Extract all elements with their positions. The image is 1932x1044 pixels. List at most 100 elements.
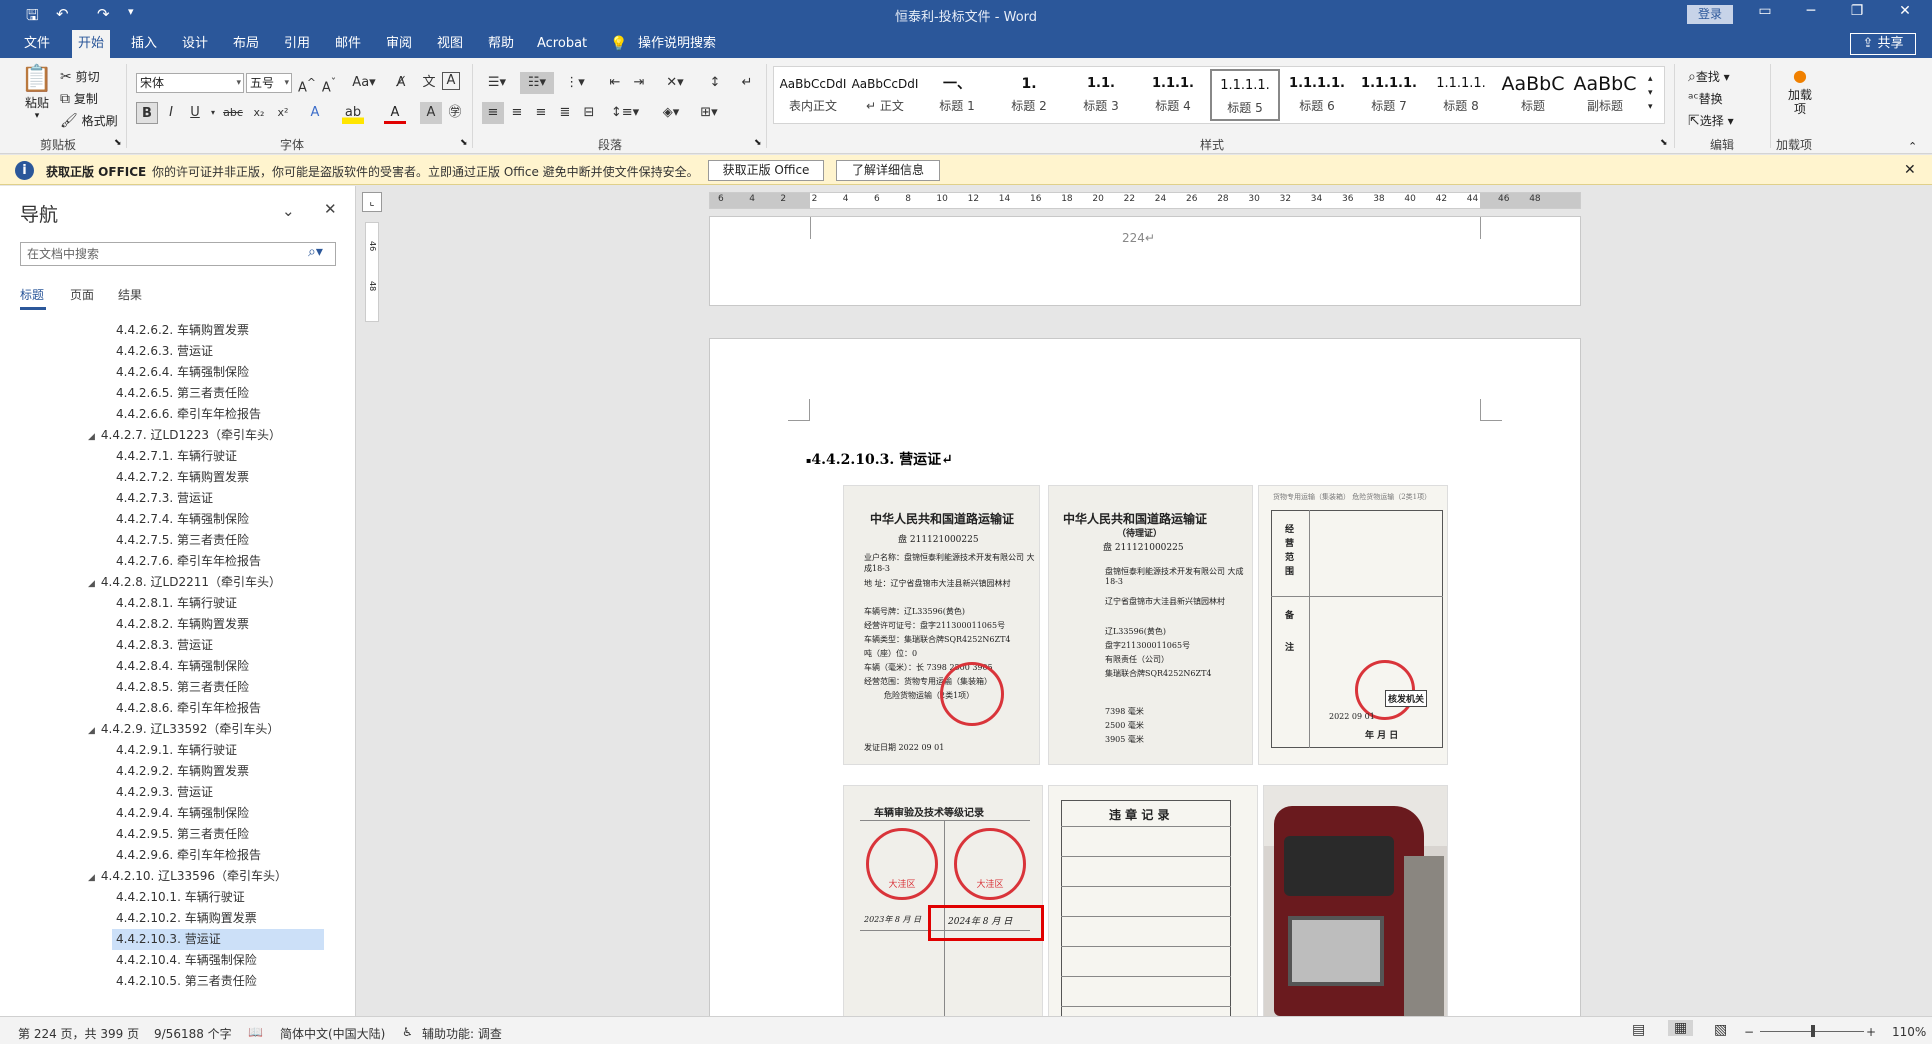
nav-heading-item[interactable]: ◢ 4.4.2.7. 辽LD1223（牵引车头） bbox=[88, 425, 281, 446]
style-item[interactable]: 一、 标题 1 bbox=[922, 69, 992, 121]
nav-heading-item[interactable]: 4.4.2.10.4. 车辆强制保险 bbox=[116, 950, 257, 971]
cut-button[interactable]: ✂ 剪切 bbox=[60, 68, 100, 85]
font-color-icon[interactable]: A bbox=[384, 102, 406, 124]
zoom-in-icon[interactable]: + bbox=[1866, 1025, 1876, 1039]
tab-view[interactable]: 视图 bbox=[431, 30, 469, 58]
page-current[interactable]: ▪4.4.2.10.3. 营运证↵ 中华人民共和国道路运输证 盘 2111210… bbox=[709, 338, 1581, 1039]
borders-icon[interactable]: ⊞▾ bbox=[694, 102, 724, 124]
nav-scrollbar[interactable] bbox=[344, 314, 352, 1014]
nav-heading-item[interactable]: 4.4.2.9.5. 第三者责任险 bbox=[116, 824, 249, 845]
style-item[interactable]: 1. 标题 2 bbox=[994, 69, 1064, 121]
phonetic-guide-icon[interactable]: 文 bbox=[418, 72, 440, 94]
dialog-launcher-icon[interactable]: ⬊ bbox=[754, 138, 762, 148]
align-left-icon[interactable]: ≡ bbox=[482, 102, 504, 124]
style-item[interactable]: 1.1.1. 标题 4 bbox=[1138, 69, 1208, 121]
close-window-icon[interactable]: ✕ bbox=[1890, 3, 1920, 19]
nav-heading-item[interactable]: 4.4.2.7.6. 牵引车年检报告 bbox=[116, 551, 261, 572]
sort-icon[interactable]: ↕ bbox=[704, 72, 726, 94]
horizontal-ruler[interactable]: 6 4 2 2 4 6 8 10 12 14 16 18 20 22 24 26 28 30 32 34 36 38 40 4… bbox=[709, 192, 1581, 209]
minimize-icon[interactable]: ─ bbox=[1796, 3, 1826, 19]
shrink-font-icon[interactable]: Aˇ bbox=[318, 72, 340, 95]
nav-heading-item[interactable]: ◢ 4.4.2.9. 辽L33592（牵引车头） bbox=[88, 719, 279, 740]
style-item[interactable]: 1.1.1.1. 标题 6 bbox=[1282, 69, 1352, 121]
collapse-triangle-icon[interactable]: ◢ bbox=[88, 873, 95, 883]
search-icon[interactable]: ⌕▾ bbox=[308, 244, 323, 260]
highlight-icon[interactable]: ab bbox=[342, 102, 364, 124]
style-item[interactable]: AaBbCcDdI ↵ 正文 bbox=[850, 69, 920, 121]
style-item[interactable]: 1.1.1.1. 标题 8 bbox=[1426, 69, 1496, 121]
collapse-triangle-icon[interactable]: ◢ bbox=[88, 726, 95, 736]
increase-indent-icon[interactable]: ⇥ bbox=[628, 72, 650, 94]
character-shading-icon[interactable]: A bbox=[420, 102, 442, 124]
styles-scroll-arrows[interactable]: ▴ ▾ ▾ bbox=[1648, 72, 1653, 114]
proofing-icon[interactable]: 📖 bbox=[248, 1025, 263, 1039]
character-border-icon[interactable]: A bbox=[442, 72, 460, 90]
justify-icon[interactable]: ≣ bbox=[554, 102, 576, 124]
close-message-icon[interactable]: ✕ bbox=[1904, 162, 1916, 178]
multilevel-list-icon[interactable]: ⋮▾ bbox=[560, 72, 590, 94]
page-count[interactable]: 第 224 页，共 399 页 bbox=[18, 1025, 139, 1042]
tab-help[interactable]: 帮助 bbox=[482, 30, 520, 58]
tab-layout[interactable]: 布局 bbox=[227, 30, 265, 58]
collapse-triangle-icon[interactable]: ◢ bbox=[88, 579, 95, 589]
zoom-level[interactable]: 110% bbox=[1892, 1025, 1926, 1039]
grow-font-icon[interactable]: A^ bbox=[296, 72, 318, 95]
tab-home[interactable]: 开始 bbox=[72, 30, 111, 60]
collapse-ribbon-icon[interactable]: ⌃ bbox=[1908, 140, 1917, 153]
nav-heading-item[interactable]: 4.4.2.9.3. 营运证 bbox=[116, 782, 213, 803]
zoom-out-icon[interactable]: − bbox=[1744, 1025, 1754, 1039]
nav-heading-item[interactable]: 4.4.2.9.2. 车辆购置发票 bbox=[116, 761, 249, 782]
style-item[interactable]: 1.1.1.1. 标题 7 bbox=[1354, 69, 1424, 121]
clear-formatting-icon[interactable]: A̸ bbox=[390, 72, 412, 94]
close-icon[interactable]: ✕ bbox=[324, 200, 337, 218]
nav-heading-item[interactable]: 4.4.2.6.6. 牵引车年检报告 bbox=[116, 404, 261, 425]
numbering-icon[interactable]: ☷▾ bbox=[520, 72, 554, 94]
word-count[interactable]: 9/56188 个字 bbox=[154, 1025, 232, 1042]
collapse-triangle-icon[interactable]: ◢ bbox=[88, 432, 95, 442]
nav-heading-item[interactable]: 4.4.2.9.1. 车辆行驶证 bbox=[116, 740, 237, 761]
nav-heading-item[interactable]: 4.4.2.9.4. 车辆强制保险 bbox=[116, 803, 249, 824]
nav-heading-item[interactable]: 4.4.2.10.2. 车辆购置发票 bbox=[116, 908, 257, 929]
tab-mailings[interactable]: 邮件 bbox=[329, 30, 367, 58]
nav-heading-item[interactable]: 4.4.2.7.5. 第三者责任险 bbox=[116, 530, 249, 551]
read-mode-icon[interactable]: ▤ bbox=[1632, 1022, 1645, 1038]
addins-button[interactable]: ● 加载项 bbox=[1784, 64, 1816, 116]
align-center-icon[interactable]: ≡ bbox=[506, 102, 528, 124]
style-item[interactable]: AaBbC 标题 bbox=[1498, 69, 1568, 121]
bullets-icon[interactable]: ☰▾ bbox=[482, 72, 512, 94]
style-item[interactable]: AaBbCcDdI 表内正文 bbox=[778, 69, 848, 121]
nav-heading-item[interactable]: 4.4.2.8.3. 营运证 bbox=[116, 635, 213, 656]
text-effects-icon[interactable]: A bbox=[304, 102, 326, 124]
nav-heading-item[interactable]: ◢ 4.4.2.8. 辽LD2211（牵引车头） bbox=[88, 572, 281, 593]
tab-file[interactable]: 文件 bbox=[18, 30, 56, 58]
tab-selector[interactable]: ⌞ bbox=[362, 192, 382, 212]
superscript-icon[interactable]: x² bbox=[272, 102, 294, 124]
nav-heading-item[interactable]: 4.4.2.6.2. 车辆购置发票 bbox=[116, 320, 249, 341]
nav-tab-pages[interactable]: 页面 bbox=[70, 286, 94, 303]
copy-button[interactable]: ⧉ 复制 bbox=[60, 90, 98, 107]
nav-heading-item[interactable]: 4.4.2.7.4. 车辆强制保险 bbox=[116, 509, 249, 530]
nav-heading-item[interactable]: 4.4.2.8.2. 车辆购置发票 bbox=[116, 614, 249, 635]
nav-search-input[interactable]: 在文档中搜索 bbox=[20, 242, 336, 266]
nav-tab-headings[interactable]: 标题 bbox=[20, 286, 44, 303]
nav-heading-item[interactable]: 4.4.2.8.4. 车辆强制保险 bbox=[116, 656, 249, 677]
replace-button[interactable]: ᵃᶜ替换 bbox=[1688, 90, 1723, 107]
change-case-icon[interactable]: Aa▾ bbox=[348, 72, 380, 94]
nav-heading-item[interactable]: 4.4.2.7.1. 车辆行驶证 bbox=[116, 446, 237, 467]
ribbon-display-options-icon[interactable]: ▭ bbox=[1750, 3, 1780, 19]
web-layout-icon[interactable]: ▧ bbox=[1714, 1022, 1727, 1038]
italic-icon[interactable]: I bbox=[160, 102, 182, 124]
nav-heading-item[interactable]: 4.4.2.7.2. 车辆购置发票 bbox=[116, 467, 249, 488]
distributed-icon[interactable]: ⊟ bbox=[578, 102, 600, 124]
nav-heading-item[interactable]: 4.4.2.6.4. 车辆强制保险 bbox=[116, 362, 249, 383]
nav-heading-item[interactable]: 4.4.2.8.6. 牵引车年检报告 bbox=[116, 698, 261, 719]
tab-insert[interactable]: 插入 bbox=[125, 30, 163, 58]
format-painter-button[interactable]: 🖌 格式刷 bbox=[60, 112, 118, 129]
chevron-down-icon[interactable]: ▾ bbox=[202, 102, 224, 124]
style-item[interactable]: 1.1. 标题 3 bbox=[1066, 69, 1136, 121]
decrease-indent-icon[interactable]: ⇤ bbox=[604, 72, 626, 94]
asian-layout-icon[interactable]: ✕▾ bbox=[660, 72, 690, 94]
chevron-down-icon[interactable]: ⌄ bbox=[282, 202, 295, 220]
get-genuine-office-button[interactable]: 获取正版 Office bbox=[708, 160, 824, 181]
nav-heading-item[interactable]: 4.4.2.9.6. 牵引车年检报告 bbox=[116, 845, 261, 866]
